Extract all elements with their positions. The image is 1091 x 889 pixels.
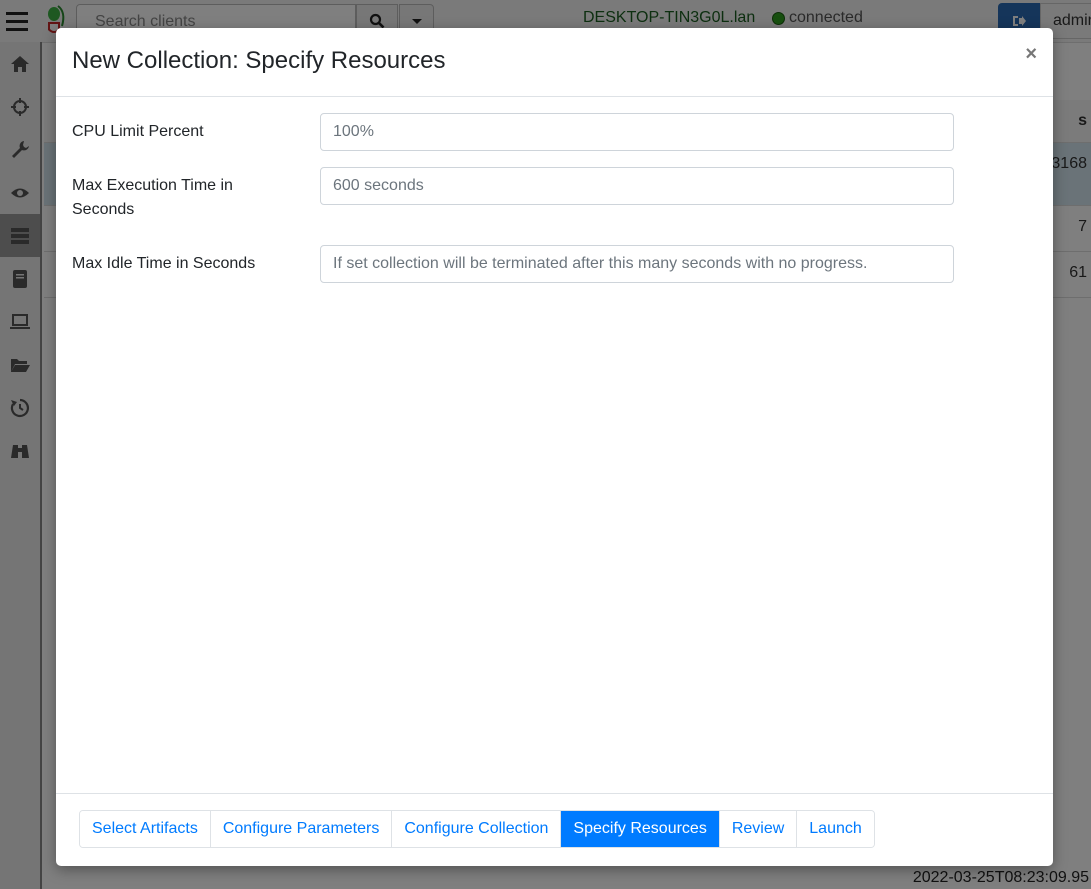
max-idle-time-input[interactable] xyxy=(320,245,954,283)
step-select-artifacts[interactable]: Select Artifacts xyxy=(80,811,211,847)
modal-body: CPU Limit Percent Max Execution Time in … xyxy=(56,97,1053,793)
new-collection-modal: New Collection: Specify Resources × CPU … xyxy=(56,28,1053,866)
max-idle-time-label: Max Idle Time in Seconds xyxy=(72,255,256,272)
cpu-limit-label: CPU Limit Percent xyxy=(72,123,204,140)
close-button[interactable]: × xyxy=(1025,44,1037,64)
modal-title: New Collection: Specify Resources xyxy=(72,47,446,74)
step-review[interactable]: Review xyxy=(719,811,798,847)
modal-footer: Select Artifacts Configure Parameters Co… xyxy=(56,793,1053,867)
wizard-steps: Select Artifacts Configure Parameters Co… xyxy=(79,810,875,848)
cpu-limit-input[interactable] xyxy=(320,113,954,151)
max-execution-time-input[interactable] xyxy=(320,167,954,205)
step-configure-parameters[interactable]: Configure Parameters xyxy=(210,811,393,847)
step-configure-collection[interactable]: Configure Collection xyxy=(392,811,562,847)
step-launch[interactable]: Launch xyxy=(797,811,874,847)
max-execution-time-label: Max Execution Time in Seconds xyxy=(72,177,233,218)
step-specify-resources[interactable]: Specify Resources xyxy=(561,811,720,847)
modal-header: New Collection: Specify Resources × xyxy=(56,28,1053,97)
